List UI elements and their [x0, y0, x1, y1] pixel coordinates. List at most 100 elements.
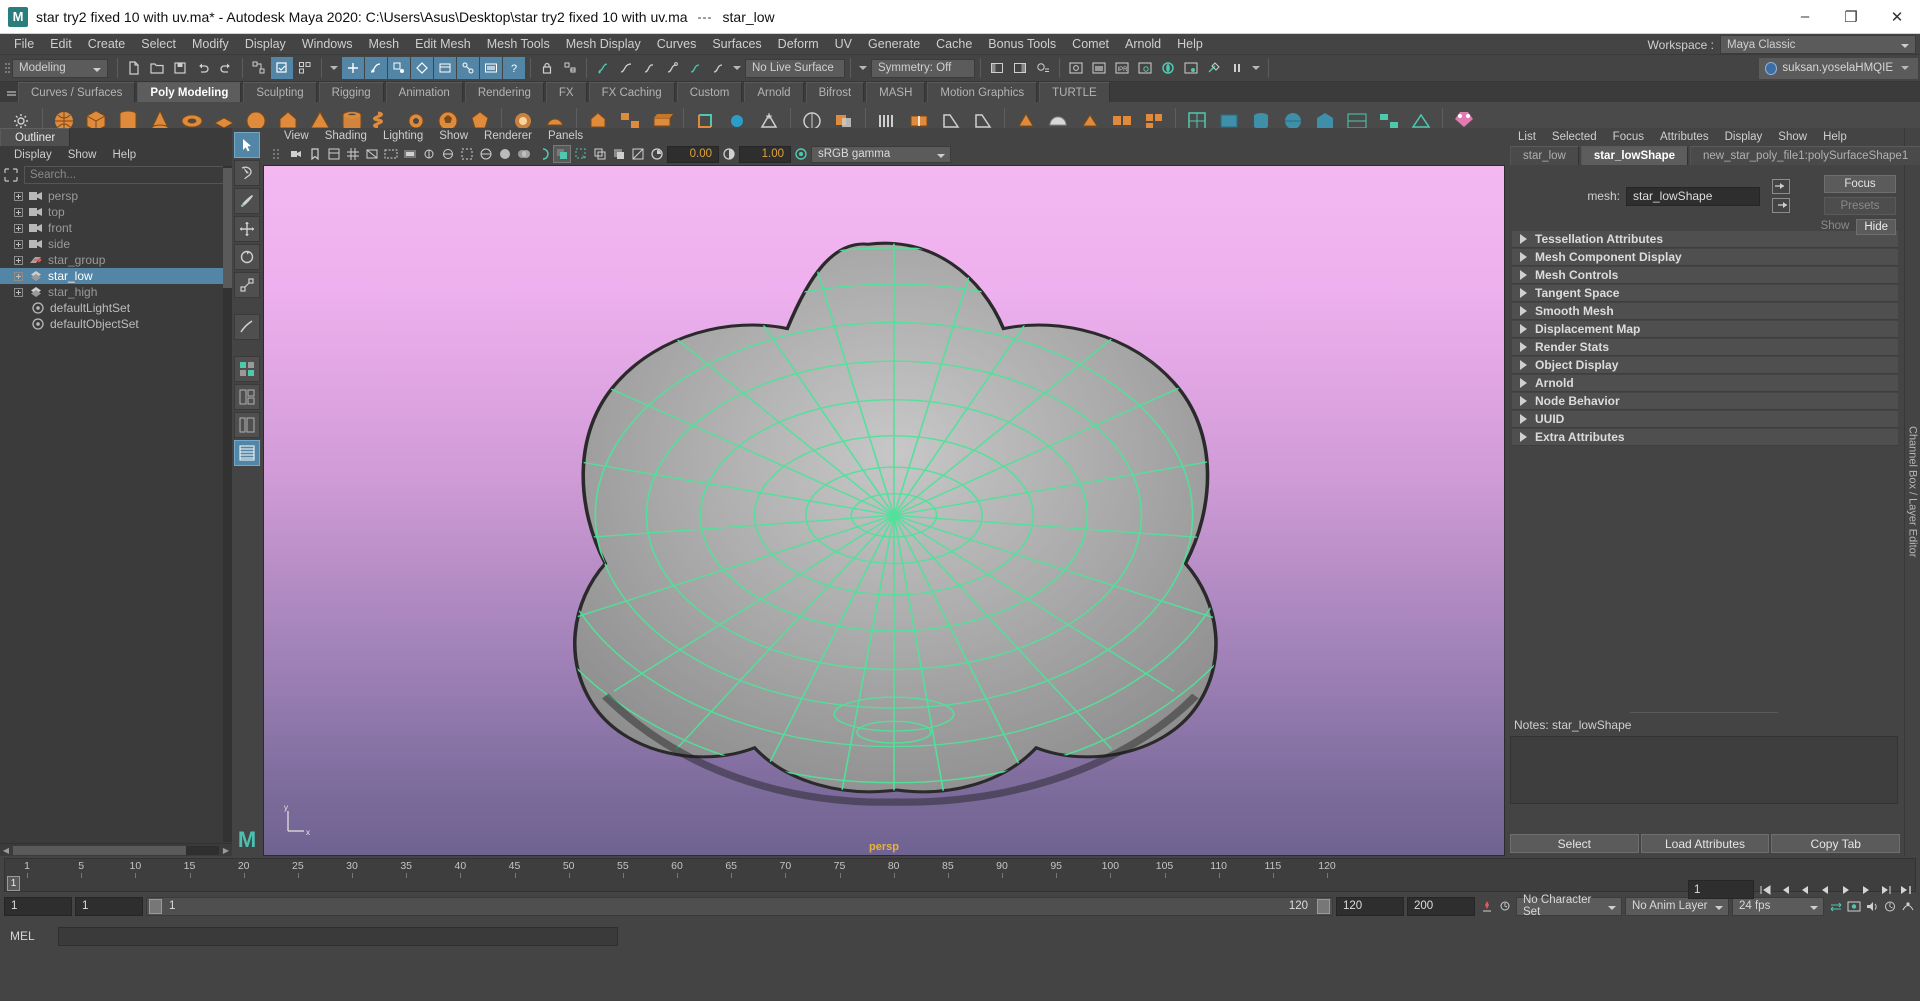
chevron-down-icon[interactable]	[330, 66, 338, 70]
motion-blur-icon[interactable]	[629, 145, 647, 163]
layout-four-view-button[interactable]	[234, 356, 260, 382]
help-snap-icon[interactable]: ?	[503, 57, 525, 79]
light-editor-icon[interactable]	[1203, 57, 1225, 79]
menu-item-mesh[interactable]: Mesh	[361, 34, 408, 55]
playback-end-field[interactable]: 200	[1407, 896, 1475, 916]
chevron-right-icon[interactable]	[1520, 414, 1527, 424]
outliner-menu-help[interactable]: Help	[105, 149, 145, 161]
shelf-tab-fx[interactable]: FX	[545, 82, 587, 102]
ae-tab-star-low[interactable]: star_low	[1510, 146, 1579, 165]
ae-menu-display[interactable]: Display	[1717, 131, 1771, 143]
viewport-menu-renderer[interactable]: Renderer	[476, 130, 540, 142]
gate-mask-icon[interactable]	[401, 145, 419, 163]
current-frame-field[interactable]: 1	[1688, 880, 1754, 899]
last-tool-button[interactable]	[234, 314, 260, 340]
menu-item-mesh-display[interactable]: Mesh Display	[558, 34, 649, 55]
select-component-icon[interactable]	[294, 57, 316, 79]
ae-section-displacement-map[interactable]: Displacement Map	[1512, 321, 1898, 338]
focus-button[interactable]: Focus	[1824, 175, 1896, 193]
scrollbar-thumb[interactable]	[223, 168, 232, 288]
gamma-value-field[interactable]: 1.00	[739, 145, 791, 163]
menu-item-edit-mesh[interactable]: Edit Mesh	[407, 34, 479, 55]
snap-to-curve-icon[interactable]	[365, 57, 387, 79]
ae-section-uuid[interactable]: UUID	[1512, 411, 1898, 428]
ae-section-object-display[interactable]: Object Display	[1512, 357, 1898, 374]
go-to-end-icon[interactable]	[1897, 880, 1914, 899]
wireframe-shaded-icon[interactable]	[477, 145, 495, 163]
ae-menu-help[interactable]: Help	[1815, 131, 1855, 143]
shelf-tab-fx-caching[interactable]: FX Caching	[588, 82, 675, 102]
chevron-down-icon-4[interactable]	[1252, 66, 1260, 70]
outliner-item-persp[interactable]: persp	[0, 188, 232, 204]
fps-selector[interactable]: 24 fps	[1732, 896, 1824, 916]
ae-footer-select-button[interactable]: Select	[1510, 834, 1639, 853]
curve-snap3-icon[interactable]	[638, 57, 660, 79]
scroll-right-icon[interactable]: ▶	[220, 845, 232, 856]
menu-item-file[interactable]: File	[6, 34, 42, 55]
step-back-key-icon[interactable]	[1777, 880, 1794, 899]
chevron-right-icon[interactable]	[1520, 360, 1527, 370]
wireframe-on-shaded-icon[interactable]	[534, 145, 552, 163]
open-scene-icon[interactable]	[146, 57, 168, 79]
exposure-gauge-icon[interactable]	[648, 145, 666, 163]
chevron-down-icon-2[interactable]	[733, 66, 741, 70]
ae-section-tangent-space[interactable]: Tangent Space	[1512, 285, 1898, 302]
outliner-item-star-group[interactable]: star_group	[0, 252, 232, 268]
chevron-right-icon[interactable]	[1520, 432, 1527, 442]
use-default-light-icon[interactable]	[572, 145, 590, 163]
bookmark-icon[interactable]	[306, 145, 324, 163]
make-live-icon[interactable]	[457, 57, 479, 79]
shelf-tab-curves-surfaces[interactable]: Curves / Surfaces	[18, 82, 136, 102]
menu-item-help[interactable]: Help	[1169, 34, 1211, 55]
scroll-left-icon[interactable]: ◀	[0, 845, 12, 856]
expand-toggle-icon[interactable]	[14, 271, 23, 281]
show-button[interactable]: Show	[1814, 219, 1857, 235]
user-account-chip[interactable]: suksan.yoselaHMQIE	[1759, 57, 1918, 79]
time-field-range-start[interactable]: 1	[75, 896, 143, 916]
shelf-grip-handle[interactable]	[4, 82, 18, 102]
rotate-tool-button[interactable]	[234, 244, 260, 270]
select-output-node-icon[interactable]	[1772, 198, 1790, 213]
outliner-horizontal-scrollbar[interactable]: ◀ ▶	[0, 843, 232, 856]
menu-item-comet[interactable]: Comet	[1064, 34, 1117, 55]
anim-layer-selector[interactable]: No Anim Layer	[1625, 896, 1729, 916]
animation-preferences-icon[interactable]	[1496, 897, 1513, 916]
menu-item-curves[interactable]: Curves	[649, 34, 705, 55]
shelf-tab-animation[interactable]: Animation	[385, 82, 463, 102]
chevron-right-icon[interactable]	[1520, 252, 1527, 262]
shelf-tab-arnold[interactable]: Arnold	[744, 82, 804, 102]
perspective-viewport[interactable]: y x persp	[263, 165, 1505, 856]
redo-icon[interactable]	[215, 57, 237, 79]
texture-display-icon[interactable]	[553, 145, 571, 163]
exposure-toggle-icon[interactable]	[420, 145, 438, 163]
ae-section-mesh-component-display[interactable]: Mesh Component Display	[1512, 249, 1898, 266]
construction-history-icon[interactable]	[592, 57, 614, 79]
ae-menu-list[interactable]: List	[1510, 131, 1544, 143]
chevron-right-icon[interactable]	[1520, 306, 1527, 316]
close-button[interactable]: ✕	[1874, 0, 1920, 34]
shelf-tab-bifrost[interactable]: Bifrost	[805, 82, 865, 102]
menu-item-select[interactable]: Select	[133, 34, 184, 55]
expand-toggle-icon[interactable]	[14, 223, 23, 233]
gamma-gauge-icon[interactable]	[720, 145, 738, 163]
workspace-selector[interactable]: Maya Classic	[1720, 35, 1916, 54]
shelf-tab-custom[interactable]: Custom	[676, 82, 743, 102]
ae-section-render-stats[interactable]: Render Stats	[1512, 339, 1898, 356]
resolution-gate-icon[interactable]	[382, 145, 400, 163]
go-to-start-icon[interactable]	[1757, 880, 1774, 899]
save-scene-icon[interactable]	[169, 57, 191, 79]
menu-item-create[interactable]: Create	[80, 34, 134, 55]
new-scene-icon[interactable]	[123, 57, 145, 79]
expand-toggle-icon[interactable]	[14, 255, 23, 265]
ae-section-smooth-mesh[interactable]: Smooth Mesh	[1512, 303, 1898, 320]
expand-toggle-icon[interactable]	[14, 239, 23, 249]
channel-box-layer-editor-strip[interactable]: Channel Box / Layer Editor	[1904, 128, 1920, 856]
mesh-name-input[interactable]: star_lowShape	[1626, 186, 1760, 206]
render-setup-icon[interactable]	[1180, 57, 1202, 79]
chevron-down-icon-user[interactable]	[1901, 66, 1909, 70]
range-slider[interactable]: 1 120	[146, 896, 1333, 916]
shelf-tab-sculpting[interactable]: Sculpting	[243, 82, 317, 102]
range-handle-left[interactable]	[149, 898, 162, 914]
grid-toggle-icon[interactable]	[344, 145, 362, 163]
undo-icon[interactable]	[192, 57, 214, 79]
